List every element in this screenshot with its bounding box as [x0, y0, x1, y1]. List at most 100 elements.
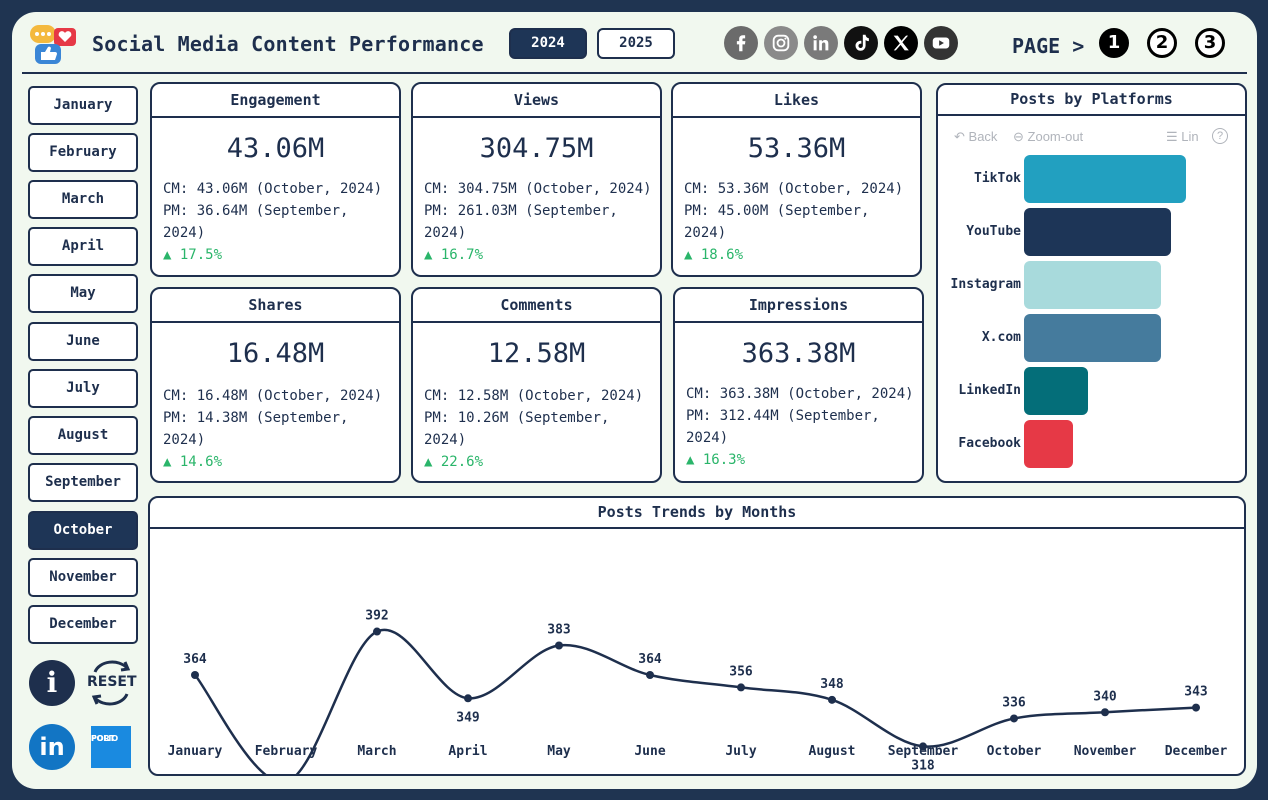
kpi-delta: ▲ 22.6% [424, 454, 484, 470]
trend-point-april[interactable] [464, 694, 472, 703]
trend-data-label: 356 [729, 664, 753, 679]
trend-point-january[interactable] [191, 671, 199, 679]
kpi-card-engagement: Engagement 43.06M CM: 43.06M (October, 2… [150, 82, 401, 277]
month-button-march[interactable]: March [28, 180, 138, 219]
trend-data-label: 392 [365, 609, 388, 624]
platform-bar-youtube[interactable] [1024, 208, 1171, 256]
platform-bar-facebook[interactable] [1024, 420, 1073, 468]
year-2024-button[interactable]: 2024 [509, 28, 587, 59]
platform-bar-x-com[interactable] [1024, 314, 1161, 362]
kpi-delta: ▲ 17.5% [163, 247, 223, 263]
trend-x-tick-label: August [809, 744, 856, 759]
kpi-previous-month: PM: 36.64M (September, 2024) [163, 203, 349, 241]
kpi-title: Views [413, 84, 660, 118]
help-icon[interactable]: ? [1212, 128, 1228, 144]
trend-point-november[interactable] [1101, 708, 1109, 717]
kpi-previous-month: PM: 14.38M (September, 2024) [163, 410, 349, 448]
trend-x-tick-label: November [1074, 744, 1137, 759]
kpi-card-comments: Comments 12.58M CM: 12.58M (October, 202… [411, 287, 662, 483]
platform-label-youtube: YouTube [966, 224, 1021, 239]
month-button-september[interactable]: September [28, 463, 138, 502]
kpi-card-views: Views 304.75M CM: 304.75M (October, 2024… [411, 82, 662, 277]
zoom-out-button[interactable]: ⊖ Zoom-out [1013, 129, 1083, 145]
kpi-title: Impressions [675, 289, 922, 323]
trend-data-label: 364 [183, 652, 207, 667]
platform-label-instagram: Instagram [950, 277, 1021, 292]
month-button-january[interactable]: January [28, 86, 138, 125]
trend-panel: Posts Trends by Months 364January295Febr… [148, 496, 1246, 776]
month-button-july[interactable]: July [28, 369, 138, 408]
kpi-title: Engagement [152, 84, 399, 118]
trend-x-tick-label: February [255, 744, 318, 759]
kpi-delta: ▲ 16.3% [686, 452, 746, 468]
month-button-august[interactable]: August [28, 416, 138, 455]
trend-data-label: 348 [820, 677, 844, 692]
kpi-title: Comments [413, 289, 660, 323]
zoom-out-label: Zoom-out [1027, 129, 1084, 144]
trend-point-august[interactable] [828, 695, 836, 704]
month-button-february[interactable]: February [28, 133, 138, 172]
month-button-june[interactable]: June [28, 322, 138, 361]
month-button-october[interactable]: October [28, 511, 138, 550]
month-button-november[interactable]: November [28, 558, 138, 597]
platform-bar-instagram[interactable] [1024, 261, 1161, 309]
month-button-april[interactable]: April [28, 227, 138, 266]
linear-scale-button[interactable]: ☰ Lin [1166, 129, 1199, 145]
kpi-delta: ▲ 14.6% [163, 454, 223, 470]
trend-data-label: 349 [456, 710, 479, 725]
trend-x-tick-label: December [1165, 744, 1228, 759]
trend-point-july[interactable] [737, 683, 745, 692]
reset-button[interactable]: RESET [87, 658, 137, 708]
kpi-value: 304.75M [479, 133, 594, 164]
kpi-value: 53.36M [747, 133, 846, 164]
platform-bar-tiktok[interactable] [1024, 155, 1186, 203]
trend-point-december[interactable] [1192, 703, 1200, 712]
x-icon[interactable] [884, 26, 918, 60]
youtube-icon[interactable] [924, 26, 958, 60]
trend-data-label: 383 [547, 623, 570, 638]
month-button-december[interactable]: December [28, 605, 138, 644]
portfolio-label-bottom: FOLIO [91, 734, 119, 743]
trend-x-tick-label: September [888, 744, 959, 759]
kpi-value: 12.58M [487, 338, 586, 369]
tiktok-icon[interactable] [844, 26, 878, 60]
header-divider [22, 72, 1247, 74]
page-3-button[interactable]: 3 [1195, 28, 1225, 58]
linkedin-profile-icon[interactable]: in [29, 724, 75, 770]
instagram-icon[interactable] [764, 26, 798, 60]
back-arrow-icon: ↶ [954, 129, 965, 144]
trend-point-may[interactable] [555, 641, 563, 650]
kpi-current-month: CM: 16.48M (October, 2024) [163, 388, 383, 404]
trend-point-october[interactable] [1010, 714, 1018, 723]
platform-label-x-com: X.com [981, 330, 1021, 345]
trend-x-tick-label: April [448, 744, 487, 759]
kpi-previous-month-cont: 2024) [424, 225, 467, 241]
month-button-may[interactable]: May [28, 274, 138, 313]
kpi-delta: ▲ 16.7% [424, 247, 484, 263]
kpi-previous-month: PM: 45.00M (September, 2024) [684, 203, 870, 241]
kpi-current-month: CM: 304.75M (October, 2024) [424, 181, 652, 197]
reset-label: RESET [87, 674, 137, 690]
year-2025-button[interactable]: 2025 [597, 28, 675, 59]
kpi-delta: ▲ 18.6% [684, 247, 744, 263]
kpi-card-impressions: Impressions 363.38M CM: 363.38M (October… [673, 287, 924, 483]
trend-data-label: 336 [1002, 695, 1026, 710]
kpi-card-likes: Likes 53.36M CM: 53.36M (October, 2024) … [671, 82, 922, 277]
back-button[interactable]: ↶ Back [954, 129, 997, 145]
facebook-icon[interactable] [724, 26, 758, 60]
page-1-button[interactable]: 1 [1099, 28, 1129, 58]
linkedin-icon[interactable] [804, 26, 838, 60]
platform-bar-linkedin[interactable] [1024, 367, 1088, 415]
trend-data-label: 364 [638, 652, 662, 667]
portfolio-icon[interactable]: PORT FOLIO [91, 726, 131, 768]
page-2-button[interactable]: 2 [1147, 28, 1177, 58]
trend-point-june[interactable] [646, 671, 654, 679]
kpi-title: Likes [673, 84, 920, 118]
trend-point-march[interactable] [373, 627, 381, 636]
kpi-title: Shares [152, 289, 399, 323]
zoom-out-icon: ⊖ [1013, 129, 1024, 144]
kpi-current-month: CM: 43.06M (October, 2024) [163, 181, 383, 197]
info-button[interactable]: i [29, 660, 75, 706]
lin-label: Lin [1181, 129, 1199, 144]
trend-x-tick-label: October [987, 744, 1042, 759]
